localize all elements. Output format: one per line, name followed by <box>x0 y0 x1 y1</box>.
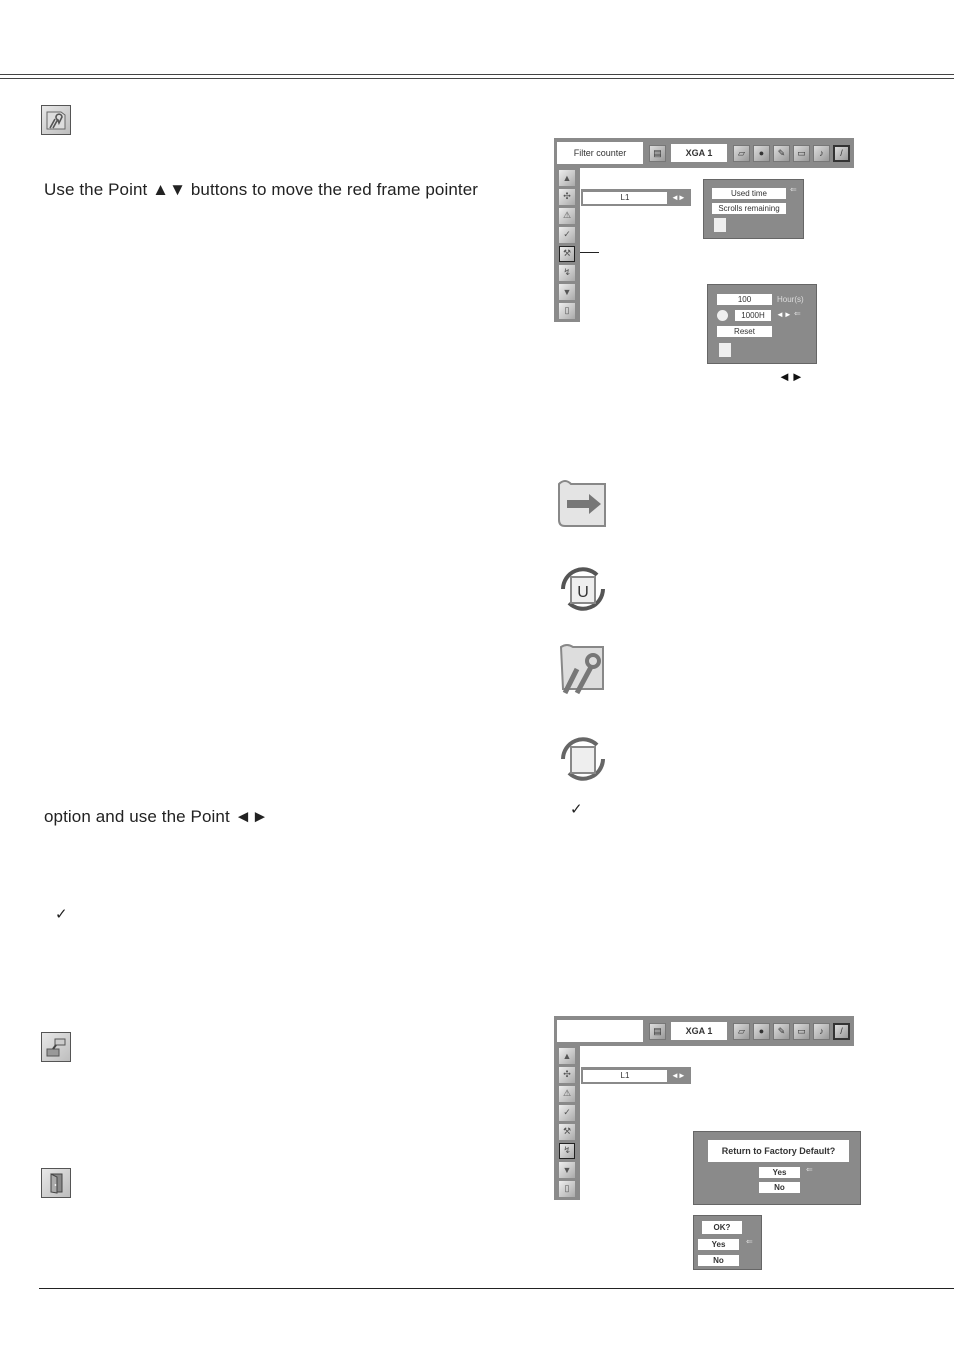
pointer-arrow-icon: ⇐ <box>790 185 797 194</box>
scrolls-remaining-item[interactable]: Scrolls remaining <box>712 203 786 214</box>
confirm-question: OK? <box>702 1221 742 1234</box>
pointer-arrow-icon: ⇐ <box>746 1237 753 1246</box>
image-select-icon[interactable]: ● <box>753 144 770 162</box>
check-mark-right: ✓ <box>570 801 583 818</box>
scroll-forward-icon <box>552 473 614 535</box>
sound-icon[interactable]: ♪ <box>813 144 830 162</box>
setting-icon[interactable]: / <box>833 144 850 162</box>
osd-menu-filter-counter: Filter counter ▤ XGA 1 ▱ ● ✎ ▭ ♪ / <box>554 138 854 168</box>
setting-icon[interactable]: / <box>833 1022 850 1040</box>
down-arrow-icon[interactable]: ▼ <box>559 1161 575 1178</box>
factory-default-icon[interactable]: ↯ <box>559 264 575 281</box>
timer-value[interactable]: 1000H <box>735 310 771 321</box>
exit-door-icon <box>41 1168 71 1198</box>
osd-side-menu-1: ▲ ✣ ⚠ ✓ ⚒ ↯ ▼ ▯ <box>554 166 580 322</box>
confirm-yes-button[interactable]: Yes <box>698 1239 739 1250</box>
filter-icon[interactable]: ⚒ <box>559 245 575 262</box>
osd-title <box>557 1020 643 1042</box>
warning-icon[interactable]: ⚠ <box>559 1085 575 1102</box>
exit-icon[interactable]: ▯ <box>559 1180 575 1197</box>
used-time-item[interactable]: Used time <box>712 188 786 199</box>
intro-paragraph: Use the Point ▲▼ buttons to move the red… <box>44 180 479 199</box>
exit-icon[interactable] <box>719 343 731 357</box>
filter-icon[interactable]: ⚒ <box>559 1123 575 1140</box>
l1-arrows[interactable]: ◄► <box>671 1071 686 1080</box>
factory-default-dialog: Return to Factory Default? Yes ⇐ No <box>693 1131 861 1205</box>
left-right-arrows: ◄► <box>778 369 804 384</box>
confirm-dialog: OK? Yes ⇐ No <box>693 1215 762 1270</box>
osd-menu-factory-default: ▤ XGA 1 ▱ ● ✎ ▭ ♪ / <box>554 1016 854 1046</box>
pc-adjust-icon[interactable]: ▱ <box>733 144 750 162</box>
osd-l1-selector[interactable]: L1 ◄► <box>581 189 691 206</box>
fan-icon[interactable]: ✣ <box>559 188 575 205</box>
wrench-folder-icon <box>41 105 71 135</box>
callout-line <box>580 252 599 253</box>
header-rule-2 <box>0 78 954 79</box>
factory-default-icon[interactable]: ↯ <box>559 1142 575 1159</box>
up-arrow-icon[interactable]: ▲ <box>559 169 575 186</box>
factory-no-button[interactable]: No <box>759 1182 800 1193</box>
color-icon[interactable]: ✎ <box>773 144 790 162</box>
osd-top-bar: Filter counter ▤ XGA 1 ▱ ● ✎ ▭ ♪ / <box>554 138 854 168</box>
screen-icon[interactable]: ▭ <box>793 1022 810 1040</box>
osd-title: Filter counter <box>557 142 643 164</box>
down-arrow-icon[interactable]: ▼ <box>559 283 575 300</box>
color-icon[interactable]: ✎ <box>773 1022 790 1040</box>
scroll-refresh-icon <box>552 728 614 790</box>
fan-icon[interactable]: ✣ <box>559 1066 575 1083</box>
osd-side-menu-2: ▲ ✣ ⚠ ✓ ⚒ ↯ ▼ ▯ <box>554 1044 580 1200</box>
svg-text:U: U <box>577 584 589 601</box>
l1-arrows[interactable]: ◄► <box>671 193 686 202</box>
filter-submenu: Used time ⇐ Scrolls remaining <box>703 179 804 239</box>
warning-icon[interactable]: ⚠ <box>559 207 575 224</box>
image-select-icon[interactable]: ● <box>753 1022 770 1040</box>
hours-value: 100 <box>717 294 772 305</box>
reset-button[interactable]: Reset <box>717 326 772 337</box>
filter-counter-submenu: 100 Hour(s) 1000H ◄► ⇐ Reset <box>707 284 817 364</box>
factory-default-icon <box>41 1032 71 1062</box>
hours-unit: Hour(s) <box>777 295 804 304</box>
osd-top-bar: ▤ XGA 1 ▱ ● ✎ ▭ ♪ / <box>554 1016 854 1046</box>
pointer-arrow-icon: ⇐ <box>806 1165 813 1174</box>
sound-icon[interactable]: ♪ <box>813 1022 830 1040</box>
input-icon[interactable]: ▤ <box>649 144 666 162</box>
check-setting-icon[interactable]: ✓ <box>559 1104 575 1121</box>
osd-source-field: XGA 1 <box>671 144 727 162</box>
screen-icon[interactable]: ▭ <box>793 144 810 162</box>
pc-adjust-icon[interactable]: ▱ <box>733 1022 750 1040</box>
exit-icon[interactable] <box>714 218 726 232</box>
pointer-arrow-icon: ⇐ <box>794 309 801 318</box>
exit-icon[interactable]: ▯ <box>559 302 575 319</box>
factory-yes-button[interactable]: Yes <box>759 1167 800 1178</box>
header-rule-1 <box>0 74 954 75</box>
l1-value: L1 <box>583 191 667 204</box>
option-paragraph: option and use the Point ◄► <box>44 807 269 826</box>
up-arrow-icon[interactable]: ▲ <box>559 1047 575 1064</box>
check-setting-icon[interactable]: ✓ <box>559 226 575 243</box>
input-icon[interactable]: ▤ <box>649 1022 666 1040</box>
scroll-wrench-icon <box>552 638 614 700</box>
clock-icon <box>717 310 728 321</box>
timer-arrows[interactable]: ◄► <box>776 310 792 319</box>
scroll-reset-u-icon: U <box>552 558 614 620</box>
osd-l1-selector[interactable]: L1 ◄► <box>581 1067 691 1084</box>
footer-rule <box>39 1288 954 1289</box>
factory-default-question: Return to Factory Default? <box>708 1140 849 1162</box>
check-mark: ✓ <box>55 906 68 923</box>
l1-value: L1 <box>583 1069 667 1082</box>
confirm-no-button[interactable]: No <box>698 1255 739 1266</box>
osd-source-field: XGA 1 <box>671 1022 727 1040</box>
